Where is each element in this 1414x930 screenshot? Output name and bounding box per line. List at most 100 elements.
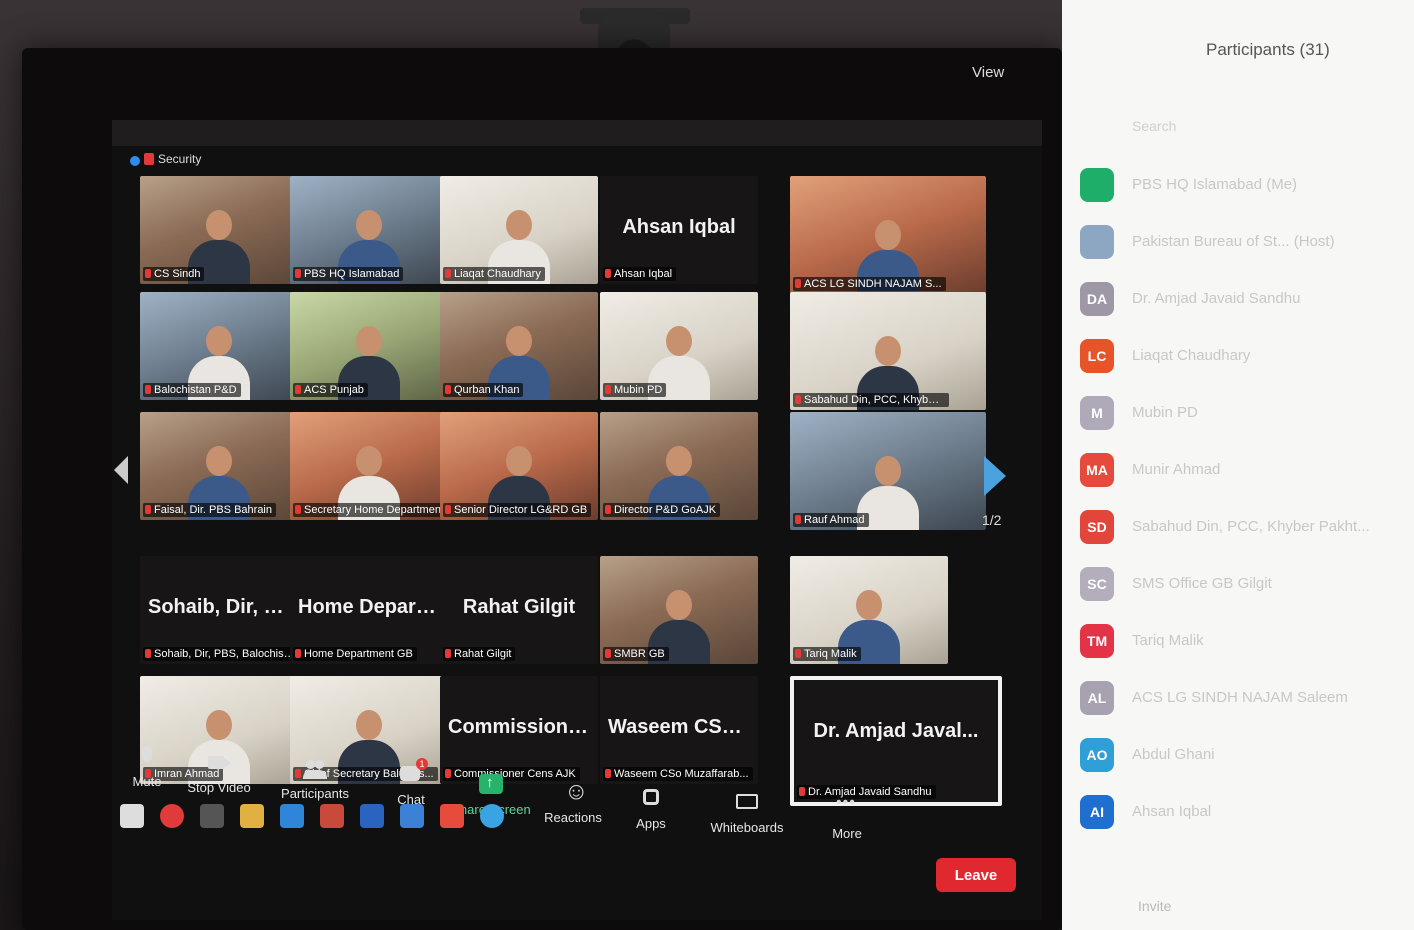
- previous-page-arrow-icon[interactable]: [114, 456, 128, 484]
- video-tile[interactable]: Sohaib, Dir, PBS... Sohaib, Dir, PBS, Bal…: [140, 556, 298, 664]
- video-tile[interactable]: Qurban Khan: [440, 292, 598, 400]
- video-tile[interactable]: ACS Punjab: [290, 292, 448, 400]
- muted-mic-icon: [445, 385, 451, 394]
- reactions-button[interactable]: Reactions: [528, 778, 618, 825]
- video-tile[interactable]: Director P&D GoAJK: [600, 412, 758, 520]
- video-tile[interactable]: Rahat Gilgit Rahat Gilgit: [440, 556, 598, 664]
- participant-row[interactable]: DA Dr. Amjad Javaid Sandhu: [1080, 282, 1410, 322]
- video-tile[interactable]: SMBR GB: [600, 556, 758, 664]
- muted-mic-icon: [795, 279, 801, 288]
- participant-name-text: CS Sindh: [154, 268, 201, 280]
- participant-name: Liaqat Chaudhary: [1132, 347, 1251, 364]
- video-tile[interactable]: CS Sindh: [140, 176, 298, 284]
- zoom-app-icon[interactable]: [480, 804, 504, 828]
- zoom-window: Security CS Sindh PBS HQ Islamabad Liaqat …: [112, 120, 1042, 920]
- participant-row[interactable]: AL ACS LG SINDH NAJAM Saleem: [1080, 681, 1410, 721]
- windows-start-icon[interactable]: [120, 804, 144, 828]
- security-label[interactable]: Security: [158, 152, 201, 166]
- outlook-icon[interactable]: [400, 804, 424, 828]
- video-tile[interactable]: Mubin PD: [600, 292, 758, 400]
- participant-name: Munir Ahmad: [1132, 461, 1221, 478]
- participant-name-tag: Balochistan P&D: [143, 383, 241, 397]
- participant-row[interactable]: TM Tariq Malik: [1080, 624, 1410, 664]
- participant-name-tag: Sabahud Din, PCC, Khyber Pa...: [793, 393, 949, 407]
- chrome-icon[interactable]: [440, 804, 464, 828]
- participant-row[interactable]: M Mubin PD: [1080, 396, 1410, 436]
- video-tile[interactable]: Balochistan P&D: [140, 292, 298, 400]
- participant-row[interactable]: AO Abdul Ghani: [1080, 738, 1410, 778]
- participants-search[interactable]: Search: [1132, 118, 1176, 134]
- avatar: [1080, 168, 1114, 202]
- video-tile[interactable]: Ahsan Iqbal Ahsan Iqbal: [600, 176, 758, 284]
- next-page-arrow-icon[interactable]: [984, 456, 1006, 496]
- participant-row[interactable]: PBS HQ Islamabad (Me): [1080, 168, 1410, 208]
- participant-name-tag: Rahat Gilgit: [443, 647, 516, 661]
- word-icon[interactable]: [360, 804, 384, 828]
- avatar: MA: [1080, 453, 1114, 487]
- stop-video-button[interactable]: Stop Video: [174, 752, 264, 795]
- participant-name-text: ACS LG SINDH NAJAM S...: [804, 278, 942, 290]
- video-tile[interactable]: PBS HQ Islamabad: [290, 176, 448, 284]
- video-tile[interactable]: Secretary Home Department: [290, 412, 448, 520]
- apps-button[interactable]: Apps: [606, 788, 696, 831]
- participant-name-text: Tariq Malik: [804, 648, 857, 660]
- avatar: AO: [1080, 738, 1114, 772]
- participant-row[interactable]: AI Ahsan Iqbal: [1080, 795, 1410, 835]
- video-tile[interactable]: Tariq Malik: [790, 556, 948, 664]
- participant-name: Pakistan Bureau of St... (Host): [1132, 233, 1335, 250]
- participant-name-text: PBS HQ Islamabad: [304, 268, 400, 280]
- apps-icon: [638, 788, 664, 810]
- muted-mic-icon: [295, 385, 301, 394]
- participant-name-tag: Director P&D GoAJK: [603, 503, 721, 517]
- participant-row[interactable]: SD Sabahud Din, PCC, Khyber Pakht...: [1080, 510, 1410, 550]
- participant-name: Abdul Ghani: [1132, 746, 1215, 763]
- muted-mic-icon: [605, 649, 611, 658]
- chat-icon: 1: [398, 758, 428, 786]
- microphone-icon: [134, 746, 160, 768]
- participant-display-name: Rahat Gilgit: [462, 596, 576, 618]
- video-tile[interactable]: Senior Director LG&RD GB: [440, 412, 598, 520]
- edge-browser-icon[interactable]: [280, 804, 304, 828]
- participant-name-text: Qurban Khan: [454, 384, 520, 396]
- avatar: TM: [1080, 624, 1114, 658]
- avatar: DA: [1080, 282, 1114, 316]
- more-button[interactable]: More: [802, 794, 892, 841]
- video-tile[interactable]: Sabahud Din, PCC, Khyber Pa...: [790, 292, 986, 410]
- muted-mic-icon: [795, 515, 801, 524]
- window-title-bar: [112, 120, 1042, 146]
- participant-name-text: Senior Director LG&RD GB: [454, 504, 588, 516]
- participant-name-tag: SMBR GB: [603, 647, 669, 661]
- participant-name: Tariq Malik: [1132, 632, 1204, 649]
- meeting-info-icon[interactable]: [130, 156, 140, 166]
- participant-name-tag: Secretary Home Department: [293, 503, 448, 517]
- whiteboard-icon: [734, 792, 760, 814]
- muted-mic-icon: [445, 269, 451, 278]
- invite-button[interactable]: Invite: [1138, 898, 1171, 914]
- leave-button[interactable]: Leave: [936, 858, 1016, 892]
- avatar: AI: [1080, 795, 1114, 829]
- file-explorer-icon[interactable]: [240, 804, 264, 828]
- task-view-icon[interactable]: [200, 804, 224, 828]
- participant-row[interactable]: SC SMS Office GB Gilgit: [1080, 567, 1410, 607]
- muted-mic-icon: [795, 649, 801, 658]
- video-tile[interactable]: ACS LG SINDH NAJAM S...: [790, 176, 986, 294]
- video-tile[interactable]: Faisal, Dir. PBS Bahrain: [140, 412, 298, 520]
- participant-row[interactable]: Pakistan Bureau of St... (Host): [1080, 225, 1410, 265]
- participant-name: ACS LG SINDH NAJAM Saleem: [1132, 689, 1348, 706]
- avatar: SC: [1080, 567, 1114, 601]
- participant-name-tag: Rauf Ahmad: [793, 513, 869, 527]
- participant-row[interactable]: MA Munir Ahmad: [1080, 453, 1410, 493]
- more-dots-icon: [834, 794, 860, 820]
- participant-name: SMS Office GB Gilgit: [1132, 575, 1272, 592]
- muted-mic-icon: [445, 649, 451, 658]
- whiteboards-button[interactable]: Whiteboards: [702, 792, 792, 835]
- avatar: [1080, 225, 1114, 259]
- taskbar-app-icon[interactable]: [160, 804, 184, 828]
- video-tile[interactable]: Home Departm... Home Department GB: [290, 556, 448, 664]
- participants-button[interactable]: Participants: [270, 758, 360, 801]
- video-tile[interactable]: Rauf Ahmad: [790, 412, 986, 530]
- participant-row[interactable]: LC Liaqat Chaudhary: [1080, 339, 1410, 379]
- participant-name-tag: ACS LG SINDH NAJAM S...: [793, 277, 946, 291]
- video-tile[interactable]: Liaqat Chaudhary: [440, 176, 598, 284]
- powerpoint-icon[interactable]: [320, 804, 344, 828]
